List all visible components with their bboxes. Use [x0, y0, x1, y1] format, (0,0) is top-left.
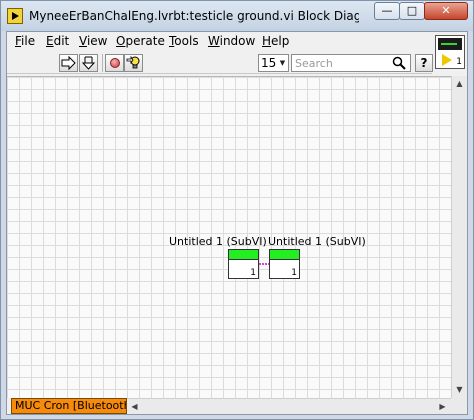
toolbar: 15 ▼ ?: [7, 52, 433, 74]
maximize-button[interactable]: □: [399, 2, 425, 20]
search-input[interactable]: [292, 55, 390, 71]
run-arrow-icon: [61, 55, 76, 71]
subvi-node[interactable]: 1: [269, 249, 300, 279]
title-bar[interactable]: MyneeErBanChalEng.lvrbt:testicle ground.…: [1, 1, 473, 31]
run-continuously-button[interactable]: [79, 54, 98, 72]
vertical-scrollbar[interactable]: ▲ ▼: [451, 76, 467, 398]
subvi-number: 1: [250, 268, 256, 278]
block-diagram-window: MyneeErBanChalEng.lvrbt:testicle ground.…: [0, 0, 474, 420]
menu-edit[interactable]: Edit: [46, 34, 69, 48]
menu-window[interactable]: Window: [208, 34, 255, 48]
subvi-label: Untitled 1 (SubVI): [268, 235, 366, 248]
vi-icon-arrow: [442, 54, 452, 66]
scroll-left-icon[interactable]: ◀: [127, 399, 142, 414]
subvi-node[interactable]: 1: [228, 249, 259, 279]
scroll-right-icon[interactable]: ▶: [435, 399, 450, 414]
scroll-up-icon[interactable]: ▲: [452, 76, 467, 91]
subvi-header-bar: [270, 250, 299, 260]
context-help-button[interactable]: ?: [415, 54, 433, 72]
search-icon[interactable]: [392, 56, 406, 70]
labview-app-icon[interactable]: [7, 8, 23, 24]
font-size-select[interactable]: 15 ▼: [258, 54, 289, 72]
menu-view[interactable]: View: [79, 34, 107, 48]
resize-grip[interactable]: [451, 398, 467, 414]
highlight-execution-button[interactable]: [124, 54, 143, 72]
close-button[interactable]: ✕: [424, 2, 468, 20]
vi-icon-screen: [438, 38, 462, 50]
menu-help[interactable]: Help: [262, 34, 289, 48]
menu-tools[interactable]: Tools: [169, 34, 199, 48]
run-button[interactable]: [59, 54, 78, 72]
horizontal-scrollbar[interactable]: ◀ ▶: [127, 398, 451, 414]
vi-icon-number: 1: [456, 57, 462, 67]
application-context-label[interactable]: MUC Cron [Bluetooth]: [11, 398, 127, 414]
window-title: MyneeErBanChalEng.lvrbt:testicle ground.…: [29, 9, 359, 23]
vi-icon[interactable]: 1: [435, 35, 465, 69]
subvi-label: Untitled 1 (SubVI): [169, 235, 267, 248]
chevron-down-icon: ▼: [279, 59, 286, 67]
subvi-number: 1: [291, 268, 297, 278]
menu-bar: File Edit View Operate Tools Window Help: [7, 32, 467, 52]
abort-button[interactable]: [105, 54, 124, 72]
menu-operate[interactable]: Operate: [116, 34, 165, 48]
client-area: File Edit View Operate Tools Window Help: [6, 31, 468, 415]
abort-stop-icon: [110, 58, 120, 68]
subvi-header-bar: [229, 250, 258, 260]
scroll-down-icon[interactable]: ▼: [452, 382, 467, 397]
search-box[interactable]: [291, 54, 411, 72]
minimize-button[interactable]: —: [374, 2, 400, 20]
menu-file[interactable]: File: [15, 34, 35, 48]
run-continuously-icon: [81, 56, 96, 70]
lightbulb-icon: [126, 55, 140, 69]
toolbar-separator: [102, 54, 103, 72]
block-diagram-canvas[interactable]: Untitled 1 (SubVI) Untitled 1 (SubVI) 1 …: [7, 76, 451, 398]
